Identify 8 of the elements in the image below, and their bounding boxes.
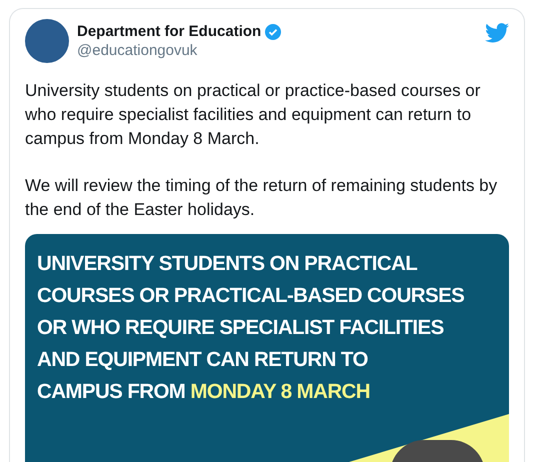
- announcement-graphic[interactable]: UNIVERSITY STUDENTS ON PRACTICAL COURSES OR PRACTICAL-BASED COURSES OR WHO REQUIRE SPECIALIST FACILITIES AND EQUIPMENT CAN RETURN TO CAMPUS FROM MONDAY 8 MARCH: [25, 234, 509, 462]
- graphic-headline: UNIVERSITY STUDENTS ON PRACTICAL COURSES OR PRACTICAL-BASED COURSES OR WHO REQUIRE SPECIALIST FACILITIES AND EQUIPMENT CAN RETURN TO CAMPUS FROM MONDAY 8 MARCH: [37, 251, 466, 405]
- author-handle[interactable]: @educationgovuk: [77, 42, 477, 59]
- tweet-text: We will review the timing of the return of remaining students by the end of the Easter holidays.: [25, 175, 498, 221]
- author-name[interactable]: Department for Education: [77, 23, 262, 40]
- tweet-text: University students on practical or practice-based courses or who require specialist facilities and equipment can return to campus from Monday 8 March.: [25, 80, 482, 150]
- avatar[interactable]: [25, 19, 69, 63]
- bird-icon[interactable]: [485, 23, 509, 43]
